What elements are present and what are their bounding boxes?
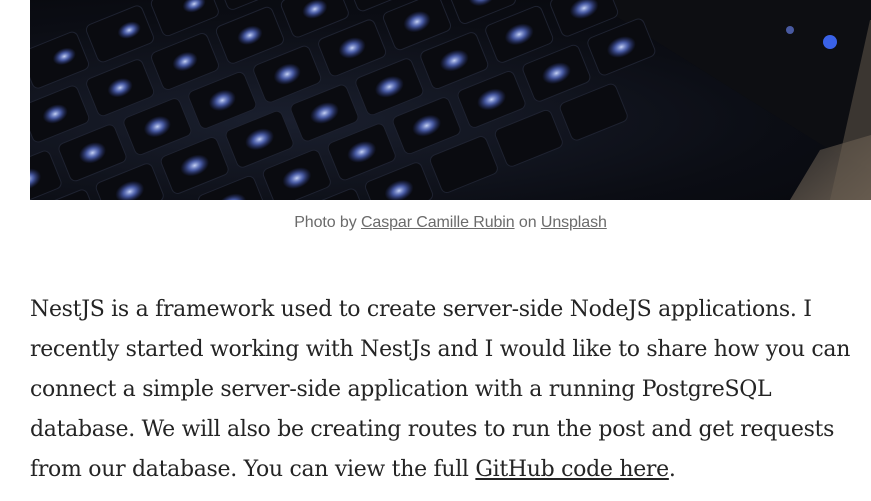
caption-prefix: Photo by	[294, 214, 361, 231]
unsplash-link[interactable]: Unsplash	[541, 214, 607, 231]
author-link[interactable]: Caspar Camille Rubin	[361, 214, 515, 231]
article-intro-text: NestJS is a framework used to create ser…	[30, 297, 851, 482]
article-paragraph: NestJS is a framework used to create ser…	[30, 290, 865, 490]
article-page: Photo by Caspar Camille Rubin on Unsplas…	[0, 0, 871, 501]
keyboard-photo	[30, 0, 871, 200]
article-end-punctuation: .	[668, 457, 676, 482]
key-grid	[30, 0, 656, 200]
caption-middle: on	[514, 214, 541, 231]
github-code-link[interactable]: GitHub code here	[475, 457, 669, 482]
keyboard-image-graphic	[30, 0, 871, 200]
photo-caption: Photo by Caspar Camille Rubin on Unsplas…	[30, 214, 871, 232]
